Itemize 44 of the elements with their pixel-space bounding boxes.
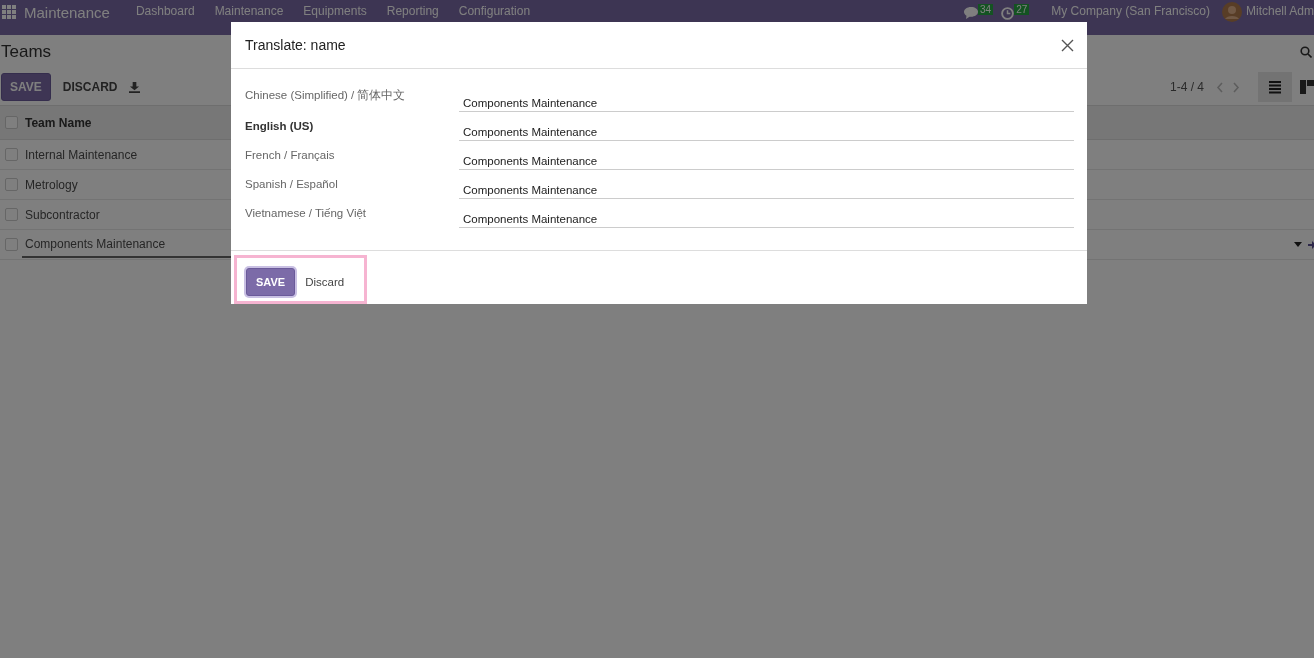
language-label: Chinese (Simplified) / 简体中文 — [245, 88, 407, 103]
table-cell-text: Subcontractor — [24, 207, 100, 222]
language-label: French / Français — [245, 149, 336, 163]
menu-item[interactable]: Maintenance — [214, 4, 284, 18]
apps-grid-icon[interactable] — [2, 5, 16, 19]
activity-count-badge: 27 — [1014, 4, 1030, 15]
message-count-badge: 34 — [978, 4, 994, 15]
discard-button[interactable]: DISCARD — [58, 74, 122, 100]
discard-button[interactable]: Discard — [301, 269, 349, 294]
language-label: Vietnamese / Tiếng Việt — [245, 207, 368, 221]
caret-icon[interactable] — [1294, 242, 1302, 247]
arrow-icon[interactable] — [1308, 239, 1314, 250]
row-checkbox[interactable] — [4, 238, 18, 251]
dialog-title: Translate: name — [245, 37, 346, 53]
row-checkbox[interactable] — [4, 178, 18, 191]
menu-item[interactable]: Configuration — [458, 4, 531, 18]
chat-icon[interactable] — [964, 7, 978, 19]
download-icon[interactable] — [129, 81, 141, 93]
breadcrumb-title: Teams — [1, 42, 52, 62]
row-checkbox[interactable] — [4, 208, 18, 221]
language-label: Spanish / Español — [245, 178, 339, 192]
app-name[interactable]: Maintenance — [24, 4, 110, 21]
select-all-checkbox[interactable] — [4, 116, 18, 129]
next-icon[interactable] — [1232, 81, 1240, 93]
clock-icon[interactable] — [1001, 7, 1015, 20]
avatar-icon[interactable] — [1221, 2, 1242, 22]
company-switcher[interactable]: My Company (San Francisco) — [1051, 4, 1210, 18]
user-menu[interactable]: Mitchell Adm — [1245, 4, 1314, 18]
menu-item[interactable]: Equipments — [303, 4, 367, 18]
menu-item[interactable]: Dashboard — [135, 4, 195, 18]
search-icon[interactable] — [1300, 46, 1312, 58]
table-cell-text: Metrology — [24, 177, 78, 192]
pager-value[interactable]: 1-4 / 4 — [1169, 80, 1204, 94]
list-view-icon[interactable] — [1258, 72, 1292, 102]
menu-item[interactable]: Reporting — [386, 4, 439, 18]
column-header[interactable]: Team Name — [22, 115, 92, 130]
save-button[interactable]: SAVE — [246, 267, 296, 296]
language-label: English (US) — [245, 120, 315, 134]
kanban-view-icon[interactable] — [1300, 80, 1314, 94]
save-button[interactable]: SAVE — [1, 73, 51, 101]
previous-icon[interactable] — [1216, 81, 1224, 93]
row-checkbox[interactable] — [4, 148, 18, 161]
close-icon[interactable] — [1061, 38, 1074, 52]
table-cell-text: Internal Maintenance — [24, 147, 138, 162]
